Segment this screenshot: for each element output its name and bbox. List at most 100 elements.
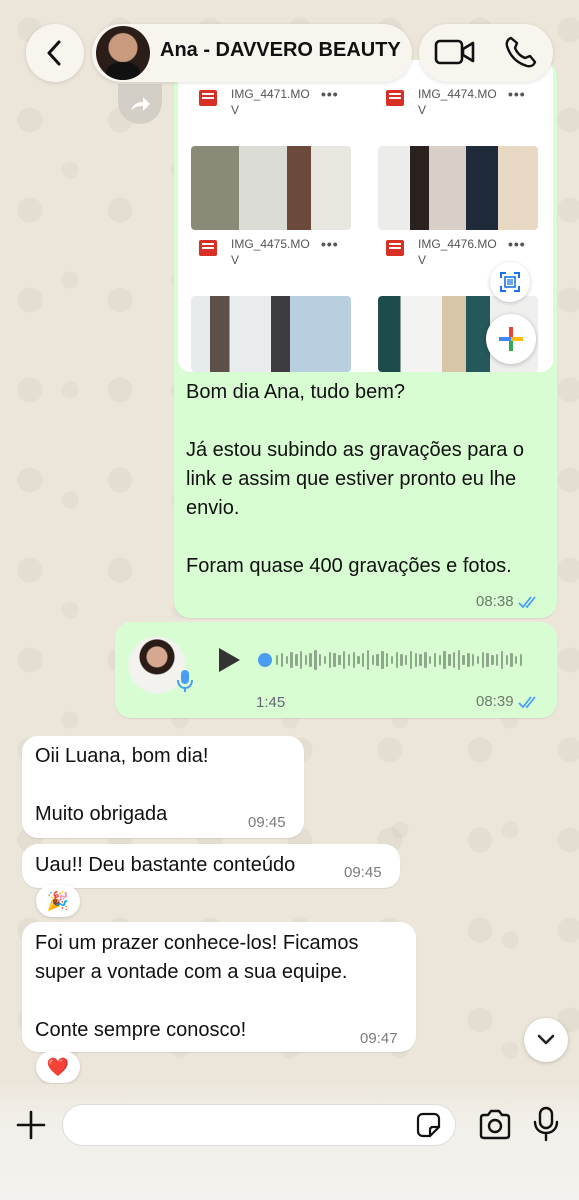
heart-icon: ❤️ xyxy=(46,1056,70,1077)
message-meta: 08:38 xyxy=(476,593,540,610)
waveform-bar xyxy=(314,650,317,670)
waveform-bar xyxy=(467,653,470,667)
contact-name[interactable]: Ana - DAVVERO BEAUTY xyxy=(160,39,401,62)
waveform-bar xyxy=(395,652,398,668)
sticker-icon[interactable] xyxy=(414,1111,442,1139)
file-name: IMG_4475.MO V xyxy=(231,237,310,267)
audio-waveform[interactable] xyxy=(258,648,538,672)
chat-header: Ana - DAVVERO BEAUTY xyxy=(0,0,579,95)
read-ticks-icon xyxy=(517,595,536,608)
microphone-badge-icon xyxy=(177,670,193,692)
waveform-bar xyxy=(472,654,475,666)
chevron-left-icon xyxy=(47,40,61,66)
message-paragraph: Foram quase 400 gravações e fotos. xyxy=(186,555,512,577)
waveform-bar xyxy=(328,652,331,668)
message-line: Foi um prazer conhece-los! Ficamos super… xyxy=(35,932,359,983)
add-button[interactable] xyxy=(486,314,536,364)
waveform-bar xyxy=(333,653,336,667)
message-time: 08:39 xyxy=(476,693,514,710)
chevron-down-icon xyxy=(537,1034,555,1045)
waveform-bar xyxy=(357,656,360,664)
plus-icon[interactable] xyxy=(14,1108,48,1142)
waveform-bar xyxy=(299,651,303,669)
outgoing-message-text: Bom dia Ana, tudo bem? Já estou subindo … xyxy=(186,378,546,581)
waveform-bar xyxy=(510,653,513,667)
playback-scrubber[interactable] xyxy=(258,653,272,667)
scan-button[interactable] xyxy=(490,262,530,302)
voice-duration: 1:45 xyxy=(256,694,286,711)
waveform-bar xyxy=(414,653,418,667)
phone-call-icon[interactable] xyxy=(503,34,539,70)
waveform-bar xyxy=(376,654,379,666)
waveform-bar xyxy=(438,655,441,665)
scroll-to-bottom-button[interactable] xyxy=(524,1018,568,1062)
waveform-bar xyxy=(505,655,508,665)
message-line: Oii Luana, bom dia! xyxy=(35,745,209,767)
waveform-bar xyxy=(371,655,375,665)
waveform-bar xyxy=(452,652,456,668)
waveform-bar xyxy=(338,655,341,665)
video-thumbnail[interactable] xyxy=(191,146,351,230)
scan-document-icon xyxy=(500,272,520,292)
party-popper-icon: 🎉 xyxy=(46,890,70,911)
incoming-message-text: Foi um prazer conhece-los! Ficamos super… xyxy=(35,929,410,1045)
message-line: Conte sempre conosco! xyxy=(35,1019,247,1041)
video-thumbnail[interactable] xyxy=(191,296,351,372)
waveform-bar xyxy=(347,654,351,666)
waveform-bar xyxy=(419,654,422,666)
camera-icon[interactable] xyxy=(478,1108,512,1142)
forward-arrow-icon xyxy=(131,97,150,111)
read-ticks-icon xyxy=(517,695,536,708)
video-file-icon xyxy=(386,240,404,256)
file-item[interactable]: IMG_4475.MO V ••• xyxy=(199,236,339,268)
waveform-bar xyxy=(462,655,465,665)
waveform-bar xyxy=(323,656,327,664)
waveform-bar xyxy=(280,653,284,667)
waveform-bar xyxy=(319,654,322,666)
waveform-bar xyxy=(390,656,394,664)
waveform-bar xyxy=(362,653,365,667)
message-time: 09:47 xyxy=(360,1030,398,1047)
waveform-bar xyxy=(515,656,518,664)
more-options-icon[interactable]: ••• xyxy=(321,236,339,252)
message-paragraph: Já estou subindo as gravações para o lin… xyxy=(186,439,524,519)
video-thumbnail[interactable] xyxy=(378,146,538,230)
waveform-bar xyxy=(443,651,446,669)
waveform-bar xyxy=(276,655,279,665)
more-options-icon[interactable]: ••• xyxy=(508,236,526,252)
waveform-bar xyxy=(481,652,484,668)
video-call-icon[interactable] xyxy=(434,36,476,68)
message-paragraph: Bom dia Ana, tudo bem? xyxy=(186,381,406,403)
microphone-icon[interactable] xyxy=(532,1106,560,1142)
waveform-bar xyxy=(352,652,355,668)
waveform-bar xyxy=(409,651,413,669)
back-button[interactable] xyxy=(26,24,84,82)
video-file-icon xyxy=(199,240,217,256)
waveform-bar xyxy=(500,651,504,669)
play-icon[interactable] xyxy=(216,646,242,674)
waveform-bar xyxy=(433,653,437,667)
reaction-badge[interactable]: 🎉 xyxy=(36,885,80,917)
waveform-bar xyxy=(424,652,427,668)
waveform-bar xyxy=(519,654,523,666)
waveform-bar xyxy=(304,655,308,665)
file-name: IMG_4476.MO V xyxy=(418,237,497,267)
message-line: Uau!! Deu bastante conteúdo xyxy=(35,854,296,876)
waveform-bar xyxy=(385,653,389,667)
contact-avatar[interactable] xyxy=(96,26,150,80)
message-time: 09:45 xyxy=(248,814,286,831)
waveform-bar xyxy=(400,654,403,666)
waveform-bar xyxy=(476,656,480,664)
waveform-bar xyxy=(295,654,298,666)
waveform-bar xyxy=(429,656,432,664)
waveform-bar xyxy=(342,651,346,669)
message-input[interactable] xyxy=(62,1104,456,1146)
incoming-message-text: Uau!! Deu bastante conteúdo xyxy=(35,851,345,880)
waveform-bar xyxy=(491,655,494,665)
waveform-bar xyxy=(285,656,288,664)
message-meta: 08:39 xyxy=(476,693,540,710)
waveform-bar xyxy=(457,650,461,670)
reaction-badge[interactable]: ❤️ xyxy=(36,1051,80,1083)
waveform-bar xyxy=(381,651,384,669)
message-time: 09:45 xyxy=(344,864,382,881)
